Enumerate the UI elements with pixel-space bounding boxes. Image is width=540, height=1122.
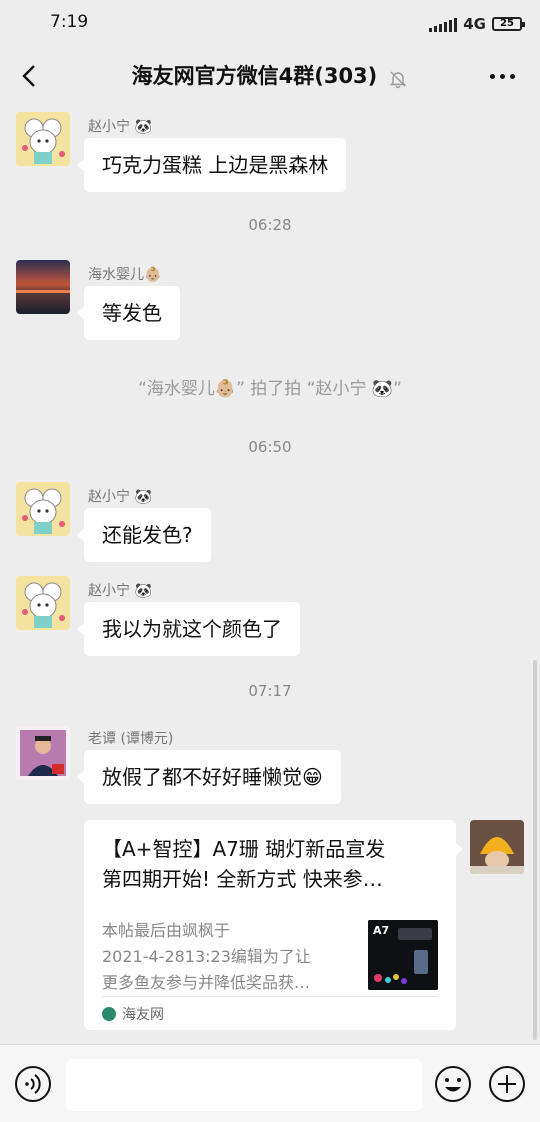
avatar[interactable] <box>16 482 70 536</box>
avatar[interactable] <box>16 112 70 166</box>
chat-messages[interactable]: 赵小宁 🐼 巧克力蛋糕 上边是黑森林 06:28 海水婴儿👶🏼 等发色 “海水婴… <box>0 104 540 1044</box>
message-bubble[interactable]: 等发色 <box>77 286 180 340</box>
mouse-avatar-icon <box>16 112 70 166</box>
emoji-icon <box>435 1066 471 1102</box>
plus-icon <box>489 1066 525 1102</box>
voice-button[interactable] <box>14 1065 52 1103</box>
timestamp: 06:28 <box>248 216 292 234</box>
network-type: 4G <box>463 15 486 33</box>
battery-icon: 25 <box>492 17 525 31</box>
emoji-button[interactable] <box>434 1065 472 1103</box>
link-card-desc-line: 更多鱼友参与并降低奖品获… <box>102 973 311 992</box>
avatar[interactable] <box>16 576 70 630</box>
link-card-desc-line: 本帖最后由飒枫于 <box>102 921 231 940</box>
more-dot <box>499 73 505 79</box>
chat-header: 海友网官方微信4群(303) <box>0 48 540 104</box>
person-avatar-icon <box>16 726 70 780</box>
system-notice: “海水婴儿👶🏼” 拍了拍 “赵小宁 🐼” <box>138 379 402 399</box>
product-thumbnail-image: A7 <box>368 920 438 990</box>
status-indicators: 4G 25 <box>429 14 525 34</box>
link-card-description: 本帖最后由飒枫于 2021-4-2813:23编辑为了让 更多鱼友参与并降低奖品… <box>102 918 354 996</box>
message-bubble[interactable]: 放假了都不好好睡懒觉😁 <box>77 750 341 804</box>
chat-title: 海友网官方微信4群(303) <box>131 64 378 88</box>
link-card-thumbnail: A7 <box>368 920 438 990</box>
link-card-source: 海友网 <box>102 1004 164 1024</box>
link-card[interactable]: 【A+智控】A7珊 瑚灯新品宣发 第四期开始! 全新方式 快来参… 本帖最后由飒… <box>84 820 463 1030</box>
more-functions-button[interactable] <box>488 1065 526 1103</box>
sender-name: 赵小宁 🐼 <box>88 489 152 505</box>
source-name: 海友网 <box>122 1007 164 1023</box>
sunset-avatar-icon <box>16 260 70 314</box>
mouse-avatar-icon <box>16 576 70 630</box>
sender-name: 赵小宁 🐼 <box>88 119 152 135</box>
source-logo-icon <box>102 1007 116 1021</box>
sender-name: 海水婴儿👶🏼 <box>88 267 162 283</box>
avatar[interactable] <box>16 726 70 780</box>
sender-name: 赵小宁 🐼 <box>88 583 152 599</box>
link-card-desc-line: 2021-4-2813:23编辑为了让 <box>102 947 311 966</box>
more-dot <box>509 73 515 79</box>
my-avatar[interactable] <box>470 820 524 874</box>
status-time: 7:19 <box>50 12 89 32</box>
more-dot <box>489 73 495 79</box>
signal-icon <box>429 16 458 32</box>
bell-off-icon <box>390 71 407 88</box>
message-bubble[interactable]: 我以为就这个颜色了 <box>77 602 300 656</box>
avatar[interactable] <box>16 260 70 314</box>
timestamp: 06:50 <box>248 438 292 456</box>
link-card-divider <box>102 996 438 997</box>
mouse-avatar-icon <box>16 482 70 536</box>
message-bubble[interactable]: 巧克力蛋糕 上边是黑森林 <box>76 138 347 192</box>
scrollbar[interactable] <box>533 660 537 1040</box>
voice-icon <box>15 1066 51 1102</box>
thumb-label: A7 <box>373 924 389 937</box>
timestamp: 07:17 <box>248 682 292 700</box>
link-card-title-line: 第四期开始! 全新方式 快来参… <box>102 867 383 891</box>
message-bubble[interactable]: 还能发色? <box>77 508 211 562</box>
message-input[interactable] <box>66 1059 422 1111</box>
sender-name: 老谭 (谭博元) <box>88 731 174 747</box>
link-card-title: 【A+智控】A7珊 瑚灯新品宣发 第四期开始! 全新方式 快来参… <box>102 834 442 894</box>
self-avatar-icon <box>470 820 524 874</box>
status-bar: 7:19 4G 25 <box>0 0 540 48</box>
link-card-title-line: 【A+智控】A7珊 瑚灯新品宣发 <box>102 837 386 861</box>
chat-title-wrap: 海友网官方微信4群(303) <box>0 60 540 90</box>
more-button[interactable] <box>484 62 520 90</box>
input-bar <box>0 1044 540 1122</box>
